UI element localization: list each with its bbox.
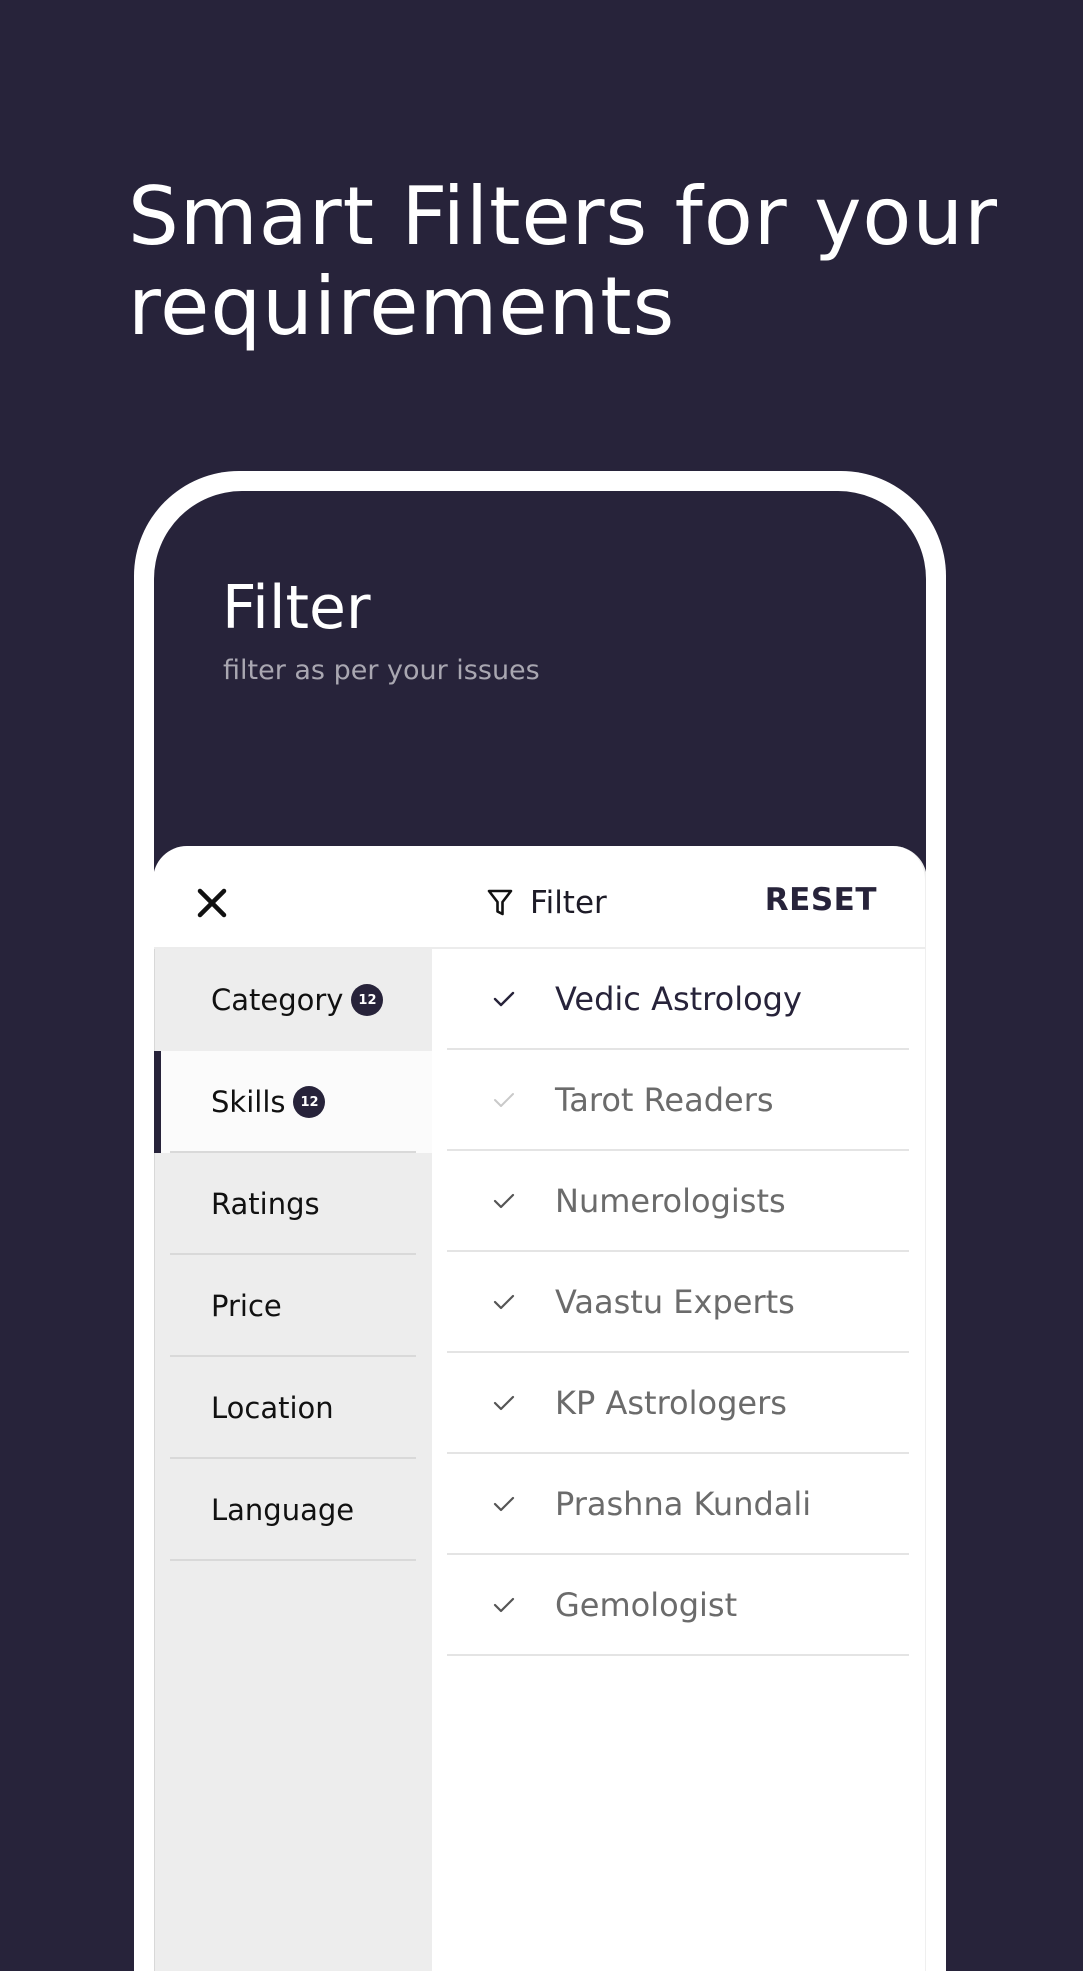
option-label: Vedic Astrology <box>555 979 802 1018</box>
option-label: Gemologist <box>555 1585 738 1624</box>
sidebar-item-label: Ratings <box>211 1187 320 1221</box>
option-item[interactable]: Tarot Readers <box>447 1050 909 1151</box>
option-label: Vaastu Experts <box>555 1282 795 1321</box>
filter-sheet-header: Filter RESET <box>154 846 925 949</box>
filter-sheet: Filter RESET Category 12 Skills 12 Ratin… <box>154 846 926 1971</box>
option-item[interactable]: Numerologists <box>447 1151 909 1252</box>
promo-headline: Smart Filters for your requirements <box>128 170 998 353</box>
check-icon <box>493 991 515 1006</box>
screen-subtitle: filter as per your issues <box>223 655 540 686</box>
check-icon <box>493 1597 515 1612</box>
sheet-title: Filter <box>530 885 607 921</box>
check-icon <box>493 1395 515 1410</box>
option-item[interactable]: Vedic Astrology <box>447 949 909 1050</box>
option-item[interactable]: Vaastu Experts <box>447 1252 909 1353</box>
check-icon <box>494 1092 514 1107</box>
sidebar-item-skills[interactable]: Skills 12 <box>154 1051 432 1153</box>
close-button[interactable] <box>195 886 229 920</box>
option-label: Numerologists <box>555 1181 786 1220</box>
count-badge: 12 <box>293 1086 326 1118</box>
phone-screen: Filter filter as per your issues Filter … <box>154 491 926 1971</box>
sheet-title-group: Filter <box>486 881 607 925</box>
sidebar-item-language[interactable]: Language <box>155 1459 432 1561</box>
option-item[interactable]: KP Astrologers <box>447 1353 909 1454</box>
check-icon <box>493 1193 515 1208</box>
reset-button[interactable]: RESET <box>765 882 877 918</box>
funnel-icon <box>487 889 513 916</box>
sidebar-item-location[interactable]: Location <box>155 1357 432 1459</box>
count-badge: 12 <box>351 984 384 1016</box>
check-icon <box>493 1496 515 1511</box>
option-item[interactable]: Gemologist <box>447 1555 909 1656</box>
sidebar-item-label: Category <box>211 983 344 1017</box>
option-label: KP Astrologers <box>555 1383 787 1422</box>
filter-sidebar: Category 12 Skills 12 Ratings Price Loca… <box>154 949 432 1971</box>
sidebar-item-category[interactable]: Category 12 <box>155 949 432 1051</box>
sidebar-item-label: Skills <box>211 1085 286 1119</box>
sidebar-item-price[interactable]: Price <box>155 1255 432 1357</box>
screen-title: Filter <box>222 573 371 643</box>
option-label: Tarot Readers <box>555 1080 774 1119</box>
sidebar-item-label: Location <box>211 1391 334 1425</box>
check-icon <box>493 1294 515 1309</box>
option-item[interactable]: Prashna Kundali <box>447 1454 909 1555</box>
sidebar-item-label: Price <box>211 1289 282 1323</box>
option-label: Prashna Kundali <box>555 1484 812 1523</box>
sidebar-item-ratings[interactable]: Ratings <box>155 1153 432 1255</box>
filter-options-list: Vedic Astrology Tarot Readers Numerologi… <box>447 949 909 1656</box>
sidebar-item-label: Language <box>211 1493 355 1527</box>
close-icon <box>197 888 227 918</box>
